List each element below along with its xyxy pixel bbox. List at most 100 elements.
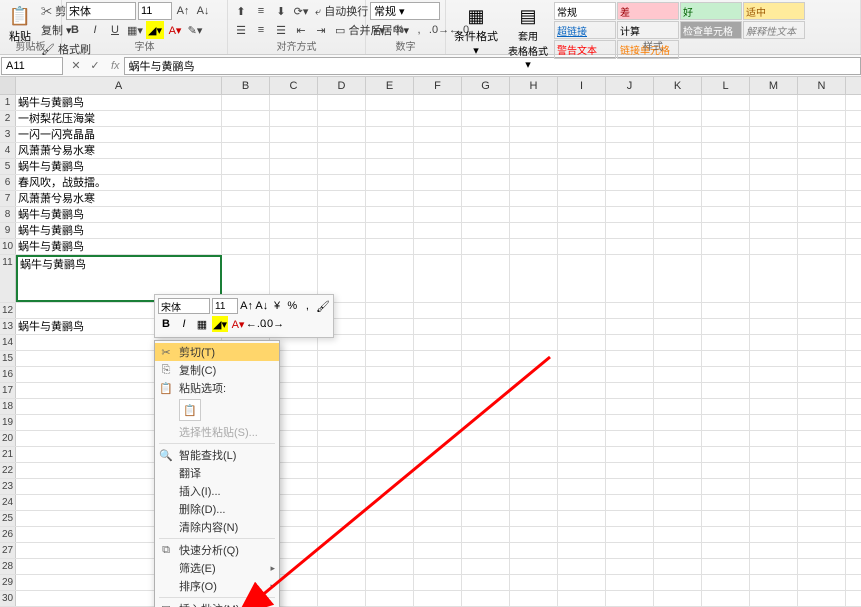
cell[interactable] [750, 591, 798, 606]
cell[interactable] [798, 415, 846, 430]
cell[interactable] [654, 207, 702, 222]
row-header[interactable]: 12 [0, 303, 16, 318]
cell[interactable] [366, 255, 414, 302]
cell[interactable] [366, 559, 414, 574]
cell[interactable] [414, 511, 462, 526]
fill-color-button[interactable]: ◢▾ [146, 21, 164, 39]
style-explain[interactable]: 解释性文本 [743, 21, 805, 39]
cell[interactable]: 风萧萧兮易水寒 [16, 143, 222, 158]
cell[interactable] [510, 127, 558, 142]
row-header[interactable]: 11 [0, 255, 16, 302]
italic-button[interactable]: I [86, 21, 104, 39]
cell[interactable] [318, 575, 366, 590]
row-header[interactable]: 5 [0, 159, 16, 174]
cell[interactable] [750, 495, 798, 510]
font-size-select[interactable] [138, 2, 172, 20]
cell[interactable] [654, 175, 702, 190]
cell[interactable] [318, 415, 366, 430]
cell[interactable] [414, 575, 462, 590]
cell[interactable]: 一树梨花压海棠 [16, 111, 222, 126]
cell[interactable] [798, 159, 846, 174]
cell[interactable] [510, 223, 558, 238]
cell[interactable] [558, 415, 606, 430]
ctx-smart-lookup[interactable]: 🔍智能查找(L) [155, 446, 279, 464]
cell[interactable] [606, 175, 654, 190]
mini-format-painter-icon[interactable]: 🖌 [316, 298, 330, 314]
cell[interactable] [606, 431, 654, 446]
cell[interactable] [750, 95, 798, 110]
cell[interactable] [702, 303, 750, 318]
row-header[interactable]: 6 [0, 175, 16, 190]
cell[interactable] [702, 463, 750, 478]
cell[interactable] [798, 511, 846, 526]
cell[interactable] [510, 239, 558, 254]
cell[interactable] [318, 511, 366, 526]
cell[interactable] [798, 559, 846, 574]
cell[interactable] [654, 335, 702, 350]
cell[interactable] [606, 111, 654, 126]
cell[interactable] [510, 527, 558, 542]
cell[interactable] [798, 175, 846, 190]
ctx-insert[interactable]: 插入(I)... [155, 482, 279, 500]
row-header[interactable]: 23 [0, 479, 16, 494]
cell[interactable] [558, 591, 606, 606]
cell[interactable] [606, 447, 654, 462]
cell[interactable] [654, 575, 702, 590]
cell[interactable] [414, 239, 462, 254]
cell-styles-gallery[interactable]: 常规 差 好 适中 超链接 计算 检查单元格 解释性文本 警告文本 链接单元格 [554, 2, 805, 59]
cell[interactable] [750, 335, 798, 350]
cell[interactable] [414, 191, 462, 206]
cell[interactable] [750, 127, 798, 142]
row-header[interactable]: 21 [0, 447, 16, 462]
column-header-A[interactable]: A [16, 77, 222, 94]
cell[interactable] [222, 127, 270, 142]
cell[interactable] [750, 111, 798, 126]
cell[interactable] [222, 207, 270, 222]
cell[interactable] [270, 191, 318, 206]
cell[interactable] [702, 255, 750, 302]
bottom-align-icon[interactable]: ⬇ [272, 2, 290, 20]
cell[interactable] [270, 159, 318, 174]
row-header[interactable]: 7 [0, 191, 16, 206]
cell[interactable] [462, 559, 510, 574]
cell[interactable] [750, 383, 798, 398]
cell[interactable] [558, 543, 606, 558]
cell[interactable] [702, 111, 750, 126]
cell[interactable] [702, 383, 750, 398]
grid-body[interactable]: 1蜗牛与黄鹂鸟2一树梨花压海棠3一闪一闪亮晶晶4风萧萧兮易水寒5蜗牛与黄鹂鸟6春… [0, 95, 861, 607]
font-color-button[interactable]: A▾ [166, 21, 184, 39]
cell[interactable] [702, 591, 750, 606]
phonetic-button[interactable]: ✎▾ [186, 21, 204, 39]
cell[interactable] [654, 559, 702, 574]
cell[interactable] [558, 143, 606, 158]
cell[interactable] [606, 463, 654, 478]
style-calc[interactable]: 计算 [617, 21, 679, 39]
cell[interactable] [702, 415, 750, 430]
cell[interactable] [606, 335, 654, 350]
cell[interactable] [654, 447, 702, 462]
cell[interactable] [414, 255, 462, 302]
row-header[interactable]: 9 [0, 223, 16, 238]
cell[interactable] [654, 527, 702, 542]
cell[interactable] [414, 367, 462, 382]
increase-font-icon[interactable]: A↑ [174, 2, 192, 20]
cell[interactable] [366, 399, 414, 414]
paste-option-default[interactable]: 📋 [179, 399, 201, 421]
cell[interactable] [606, 543, 654, 558]
mini-percent-icon[interactable]: % [286, 298, 299, 314]
cell[interactable] [702, 95, 750, 110]
cell[interactable] [414, 463, 462, 478]
cell[interactable] [750, 463, 798, 478]
cell[interactable] [462, 479, 510, 494]
cell[interactable] [462, 351, 510, 366]
ctx-translate[interactable]: 翻译 [155, 464, 279, 482]
cell[interactable] [606, 479, 654, 494]
mini-comma-icon[interactable]: , [301, 298, 314, 314]
ctx-quick-analysis[interactable]: ⧉快速分析(Q) [155, 541, 279, 559]
cell[interactable] [702, 319, 750, 334]
align-center-icon[interactable]: ≡ [252, 21, 270, 39]
row-header[interactable]: 15 [0, 351, 16, 366]
row-header[interactable]: 4 [0, 143, 16, 158]
row-header[interactable]: 14 [0, 335, 16, 350]
cell[interactable] [222, 175, 270, 190]
